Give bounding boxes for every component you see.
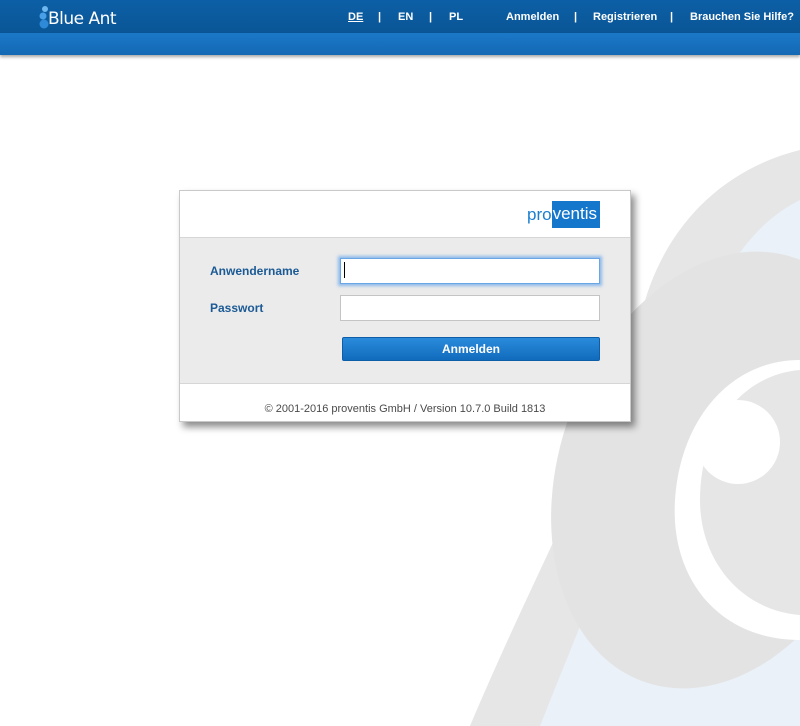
login-card-header: pro ventis bbox=[180, 191, 630, 238]
text-cursor bbox=[344, 262, 345, 278]
language-nav-en: EN bbox=[398, 0, 413, 33]
sub-navigation-bar bbox=[0, 33, 800, 55]
language-de[interactable]: DE bbox=[348, 11, 363, 23]
language-nav: DE bbox=[348, 0, 363, 33]
login-button[interactable]: Anmelden bbox=[342, 337, 600, 361]
language-en[interactable]: EN bbox=[398, 11, 413, 23]
nav-login: Anmelden bbox=[506, 0, 559, 33]
separator: | bbox=[574, 10, 578, 23]
language-pl[interactable]: PL bbox=[449, 11, 463, 23]
ant-logo-icon bbox=[39, 6, 49, 29]
nav-separator: | bbox=[574, 0, 577, 33]
username-label: Anwendername bbox=[210, 264, 300, 278]
username-input[interactable] bbox=[340, 258, 600, 284]
logo-text: Blue Ant bbox=[48, 9, 117, 29]
help-link[interactable]: Brauchen Sie Hilfe? bbox=[690, 11, 794, 23]
brand-ventis: ventis bbox=[551, 201, 600, 228]
register-link[interactable]: Registrieren bbox=[593, 11, 657, 23]
nav-separator: | bbox=[429, 0, 432, 33]
brand-pro: pro bbox=[527, 204, 552, 224]
copyright-footer: © 2001-2016 proventis GmbH / Version 10.… bbox=[264, 403, 546, 415]
language-nav-pl: PL bbox=[449, 0, 463, 33]
separator: | bbox=[670, 10, 674, 23]
nav-register: Registrieren bbox=[593, 0, 657, 33]
login-link[interactable]: Anmelden bbox=[506, 11, 559, 23]
nav-separator: | bbox=[670, 0, 673, 33]
separator: | bbox=[378, 10, 382, 23]
nav-separator: | bbox=[378, 0, 381, 33]
blueant-logo[interactable]: Blue Ant bbox=[38, 4, 117, 30]
separator: | bbox=[429, 10, 433, 23]
password-input[interactable] bbox=[340, 295, 600, 321]
nav-help: Brauchen Sie Hilfe? bbox=[690, 0, 794, 33]
login-page: Blue Ant DE | EN | PL Anmelden | Registr… bbox=[0, 0, 800, 726]
proventis-logo: pro ventis bbox=[527, 201, 600, 228]
password-label: Passwort bbox=[210, 301, 264, 315]
